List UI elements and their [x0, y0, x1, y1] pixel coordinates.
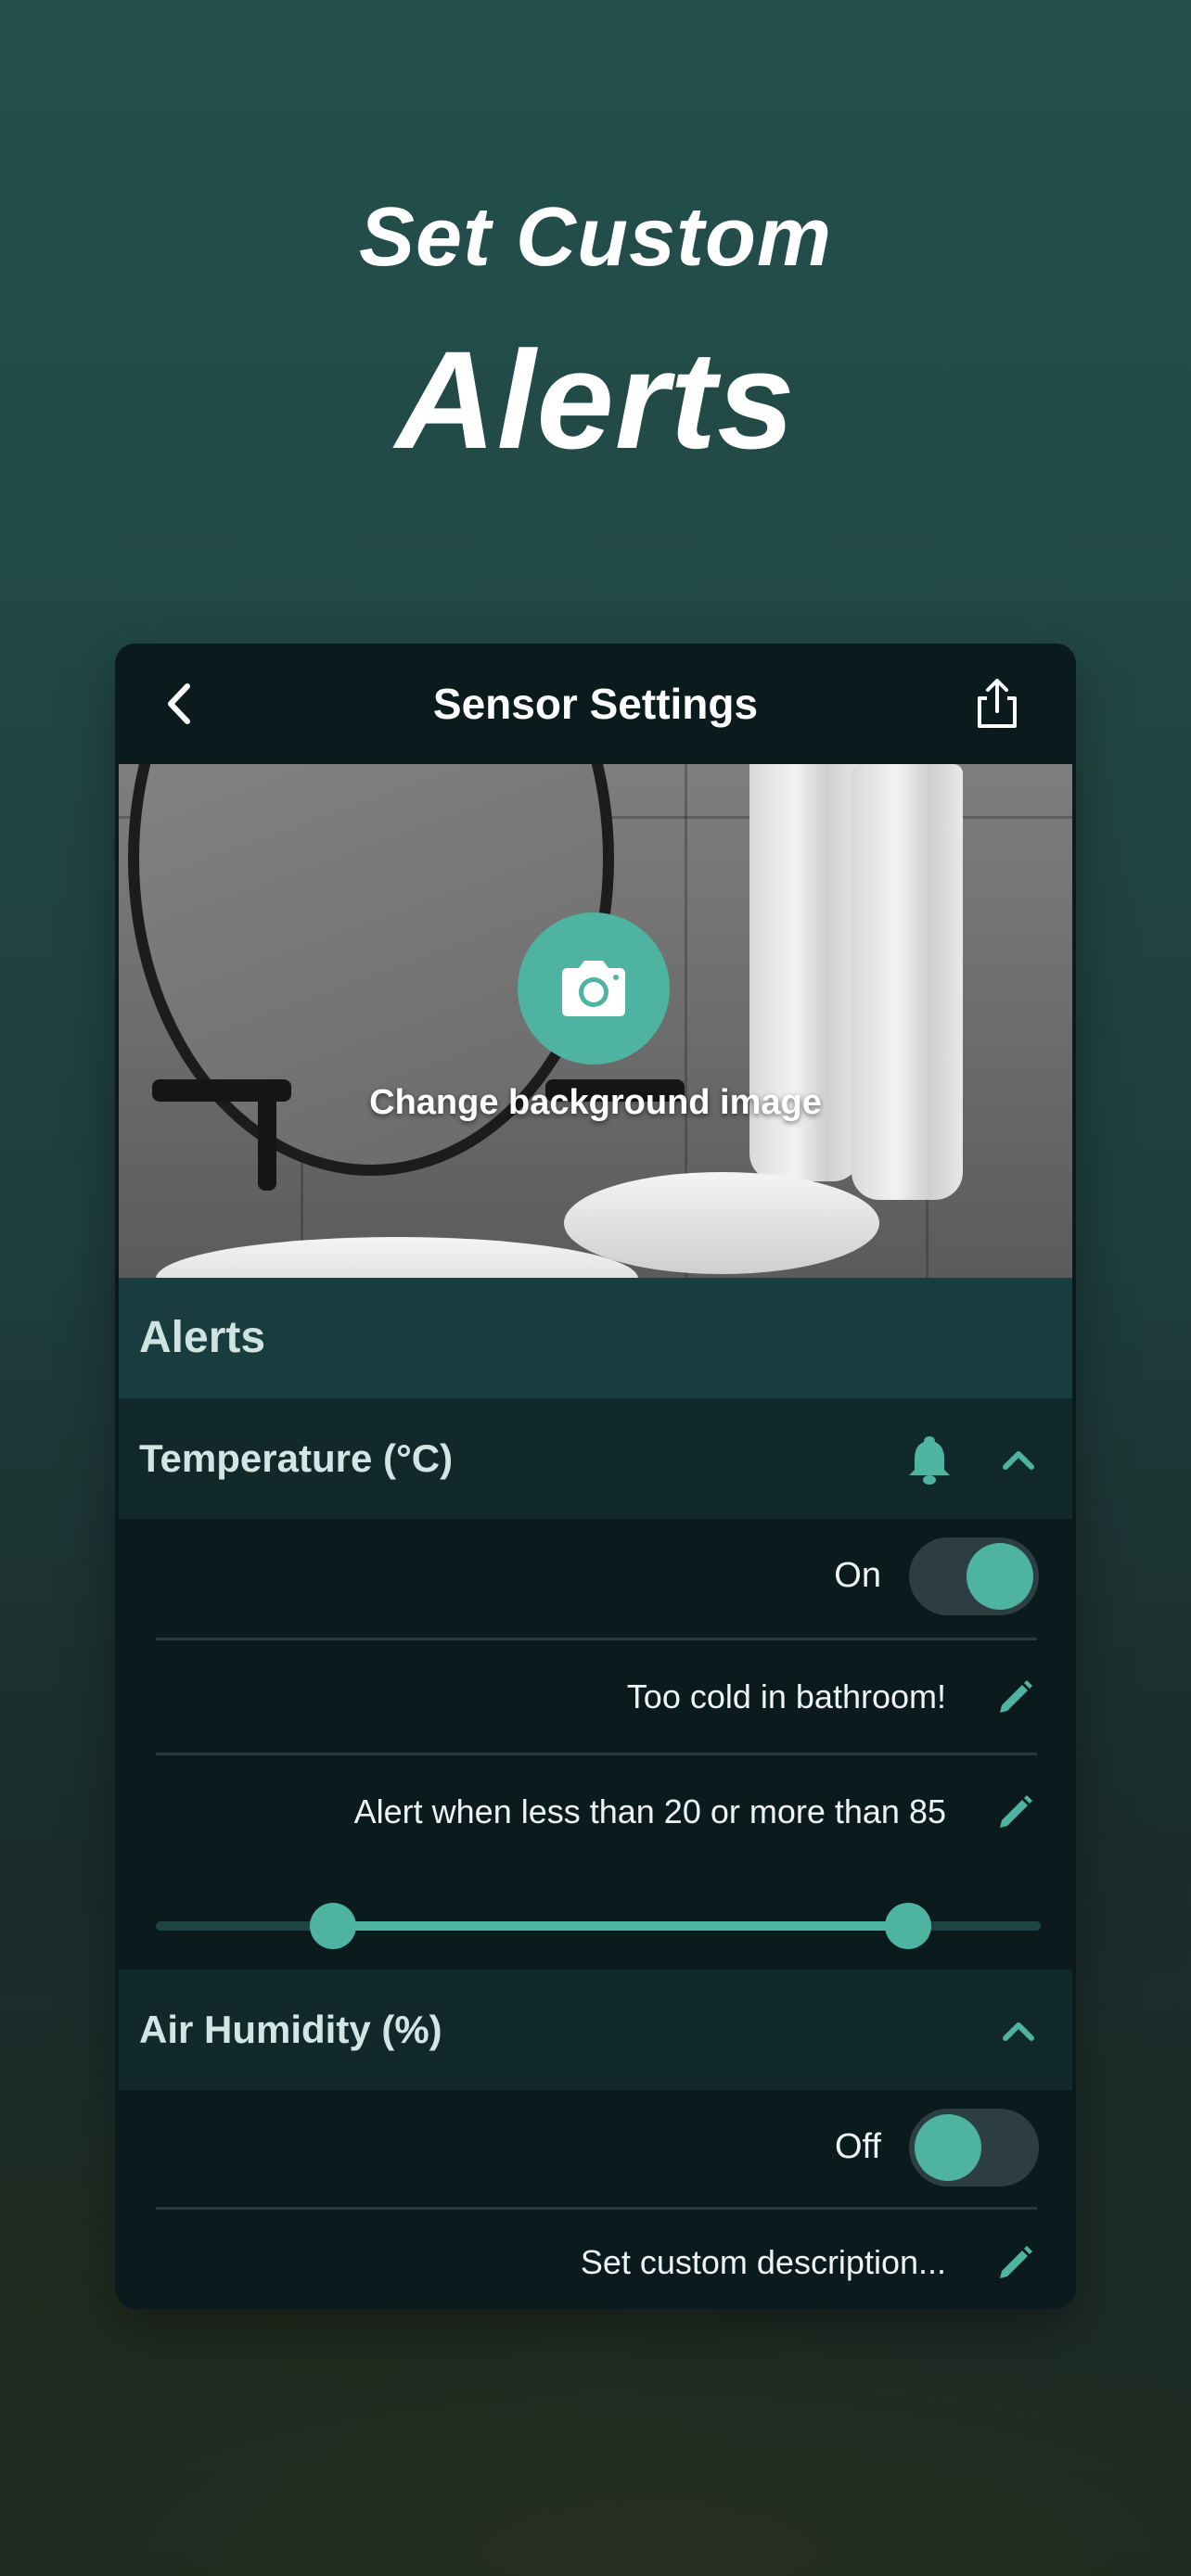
- pencil-icon[interactable]: [987, 1670, 1043, 1726]
- pencil-icon[interactable]: [987, 1785, 1043, 1841]
- chevron-left-icon: [168, 683, 190, 724]
- camera-icon: [562, 961, 625, 1016]
- share-button[interactable]: [965, 671, 1030, 736]
- navigation-bar: Sensor Settings: [115, 644, 1076, 764]
- humidity-description-row[interactable]: Set custom description...: [115, 2210, 1076, 2309]
- temperature-alert-toggle[interactable]: [909, 1537, 1039, 1615]
- temperature-range-text: Alert when less than 20 or more than 85: [353, 1792, 946, 1830]
- chevron-up-icon[interactable]: [991, 1431, 1046, 1486]
- back-button[interactable]: [152, 676, 208, 732]
- humidity-toggle-row: Off: [115, 2090, 1076, 2205]
- toggle-knob: [915, 2114, 981, 2181]
- slider-high-thumb[interactable]: [884, 1903, 931, 1949]
- pencil-icon[interactable]: [987, 2236, 1043, 2291]
- humidity-group-header[interactable]: Air Humidity (%): [119, 1970, 1072, 2090]
- toggle-knob: [967, 1543, 1033, 1610]
- slider-low-thumb[interactable]: [309, 1903, 356, 1949]
- alerts-title: Alerts: [139, 1313, 266, 1362]
- page-title: Sensor Settings: [432, 680, 759, 728]
- humidity-description: Set custom description...: [580, 2243, 946, 2281]
- change-image-button[interactable]: [518, 912, 670, 1065]
- share-icon: [978, 679, 1017, 728]
- humidity-alert-toggle[interactable]: [909, 2109, 1039, 2187]
- sensor-settings-screen: Sensor Settings Change background image …: [115, 644, 1076, 2309]
- temperature-toggle-label: On: [834, 1556, 881, 1595]
- alerts-section-header: Alerts: [119, 1278, 1072, 1398]
- hero-title: Alerts: [395, 322, 796, 478]
- humidity-toggle-label: Off: [835, 2127, 881, 2166]
- humidity-title: Air Humidity (%): [139, 2008, 442, 2051]
- background-image[interactable]: Change background image: [119, 764, 1072, 1278]
- chevron-up-icon[interactable]: [991, 2002, 1046, 2058]
- change-background-label[interactable]: Change background image: [119, 1083, 1072, 1123]
- temperature-description-row[interactable]: Too cold in bathroom!: [115, 1640, 1076, 1755]
- bell-icon[interactable]: [902, 1431, 957, 1486]
- temperature-group-header[interactable]: Temperature (°C): [119, 1398, 1072, 1519]
- temperature-title: Temperature (°C): [139, 1436, 454, 1480]
- hero-subtitle: Set Custom: [358, 191, 833, 284]
- temperature-toggle-row: On: [115, 1519, 1076, 1634]
- slider-range-fill: [332, 1921, 908, 1931]
- temperature-range-row[interactable]: Alert when less than 20 or more than 85: [115, 1755, 1076, 1870]
- temperature-description: Too cold in bathroom!: [626, 1677, 946, 1715]
